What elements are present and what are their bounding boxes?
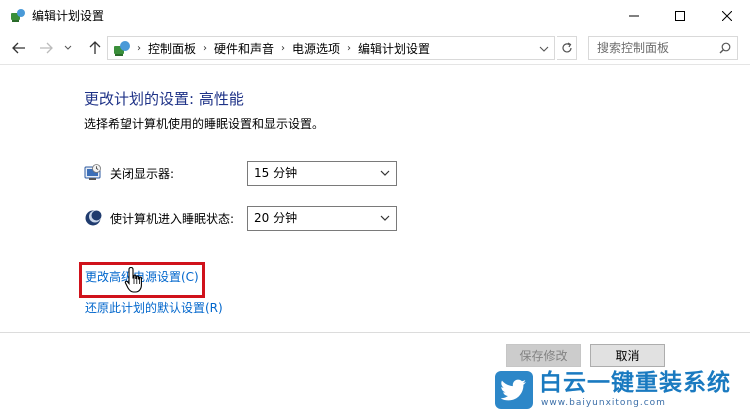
twitter-bird-logo-icon xyxy=(495,371,533,409)
refresh-button[interactable] xyxy=(557,36,577,60)
maximize-icon xyxy=(675,10,685,21)
watermark-title: 白云一键重装系统 xyxy=(539,370,731,396)
navigation-bar: › 控制面板 › 硬件和声音 › 电源选项 › 编辑计划设置 搜索控制面板 xyxy=(0,31,750,65)
breadcrumb-separator-icon[interactable]: › xyxy=(203,43,207,54)
up-arrow-icon xyxy=(89,41,101,54)
back-arrow-icon xyxy=(12,42,25,54)
forward-button[interactable] xyxy=(35,37,57,59)
breadcrumb: › 控制面板 › 硬件和声音 › 电源选项 › 编辑计划设置 xyxy=(134,37,430,59)
title-bar: 编辑计划设置 xyxy=(0,0,750,31)
monitor-icon xyxy=(84,164,102,182)
control-panel-icon xyxy=(113,40,131,57)
display-off-select[interactable]: 15 分钟 xyxy=(247,161,397,186)
display-off-value: 15 分钟 xyxy=(254,166,298,180)
breadcrumb-item-control-panel[interactable]: 控制面板 xyxy=(148,40,196,57)
page-description: 选择希望计算机使用的睡眠设置和显示设置。 xyxy=(84,117,325,131)
sleep-value: 20 分钟 xyxy=(254,211,298,225)
breadcrumb-separator-icon: › xyxy=(137,42,141,54)
chevron-down-icon xyxy=(539,46,549,52)
search-input[interactable]: 搜索控制面板 xyxy=(588,36,738,60)
breadcrumb-item-hardware-sound[interactable]: 硬件和声音 xyxy=(214,40,274,57)
back-button[interactable] xyxy=(8,37,30,59)
minimize-icon xyxy=(629,15,639,16)
hand-cursor-icon xyxy=(124,266,146,294)
window-title: 编辑计划设置 xyxy=(32,9,105,23)
close-button[interactable] xyxy=(704,0,750,31)
address-dropdown-button[interactable] xyxy=(539,43,549,53)
footer-divider xyxy=(0,332,750,333)
sleep-moon-icon xyxy=(84,209,102,227)
breadcrumb-item-power-options[interactable]: 电源选项 xyxy=(292,40,340,57)
breadcrumb-separator-icon[interactable]: › xyxy=(281,43,285,54)
save-changes-button[interactable]: 保存修改 xyxy=(506,344,581,367)
forward-arrow-icon xyxy=(40,42,53,54)
sleep-select[interactable]: 20 分钟 xyxy=(247,206,397,231)
chevron-down-icon xyxy=(64,45,72,50)
display-off-label: 关闭显示器: xyxy=(110,167,175,181)
cancel-button[interactable]: 取消 xyxy=(590,344,665,367)
power-options-icon xyxy=(10,8,26,24)
restore-defaults-link[interactable]: 还原此计划的默认设置(R) xyxy=(85,301,223,316)
minimize-button[interactable] xyxy=(611,0,657,31)
search-icon[interactable] xyxy=(719,42,731,57)
chevron-down-icon xyxy=(380,215,390,221)
recent-locations-button[interactable] xyxy=(61,37,75,59)
close-icon xyxy=(722,10,732,21)
up-button[interactable] xyxy=(84,37,106,59)
chevron-down-icon xyxy=(380,170,390,176)
sleep-label: 使计算机进入睡眠状态: xyxy=(110,212,235,226)
watermark-url: www.baiyunxitong.com xyxy=(541,398,666,408)
breadcrumb-item-edit-plan[interactable]: 编辑计划设置 xyxy=(358,40,430,57)
watermark: 白云一键重装系统 www.baiyunxitong.com xyxy=(495,368,750,414)
search-placeholder: 搜索控制面板 xyxy=(597,41,670,55)
refresh-icon xyxy=(561,42,572,53)
maximize-button[interactable] xyxy=(657,0,703,31)
address-bar[interactable]: › 控制面板 › 硬件和声音 › 电源选项 › 编辑计划设置 xyxy=(107,36,555,60)
page-title: 更改计划的设置: 高性能 xyxy=(84,90,244,108)
breadcrumb-separator-icon[interactable]: › xyxy=(347,43,351,54)
